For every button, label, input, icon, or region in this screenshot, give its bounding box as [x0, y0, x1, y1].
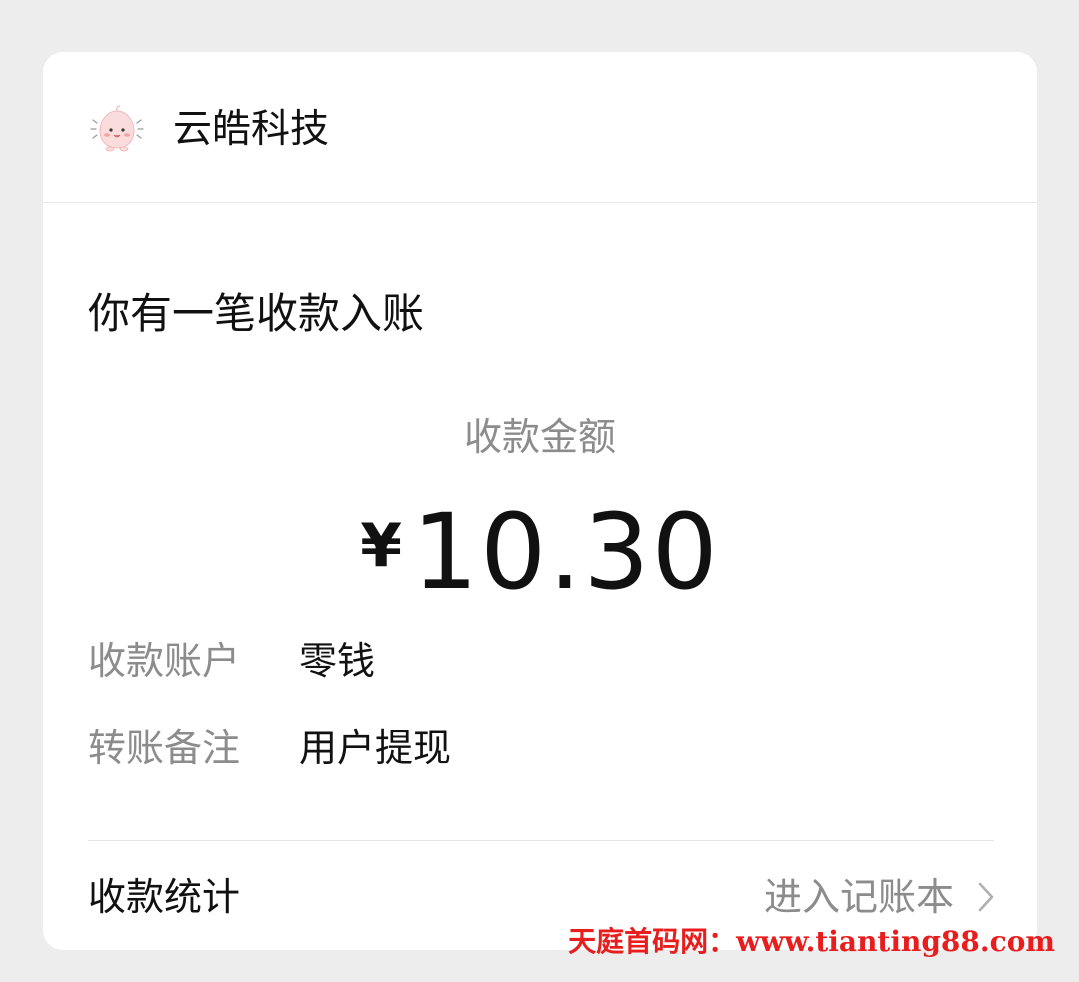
- remark-value: 用户提现: [299, 726, 452, 770]
- peach-mascot-icon: [90, 105, 144, 152]
- chevron-right-icon: [978, 882, 994, 912]
- payment-notification-card[interactable]: 云皓科技 你有一笔收款入账 收款金额 ¥10.30 收款账户 零钱 转账备注 用…: [43, 52, 1037, 950]
- watermark-text: 天庭首码网：www.tianting88.com: [568, 925, 1055, 958]
- open-ledger-label: 进入记账本: [763, 875, 954, 919]
- payment-stats-label: 收款统计: [88, 875, 241, 919]
- open-ledger-link[interactable]: 进入记账本: [764, 873, 994, 921]
- remark-label: 转账备注: [88, 726, 241, 770]
- merchant-name: 云皓科技: [173, 107, 330, 152]
- card-header[interactable]: 云皓科技: [43, 52, 1037, 203]
- amount-display: ¥10.30: [43, 496, 1037, 608]
- currency-symbol: ¥: [360, 511, 402, 581]
- amount-value: 10.30: [412, 491, 720, 613]
- account-value: 零钱: [299, 639, 376, 683]
- account-label: 收款账户: [88, 639, 241, 683]
- notification-title: 你有一笔收款入账: [88, 289, 425, 338]
- amount-label: 收款金额: [463, 415, 616, 459]
